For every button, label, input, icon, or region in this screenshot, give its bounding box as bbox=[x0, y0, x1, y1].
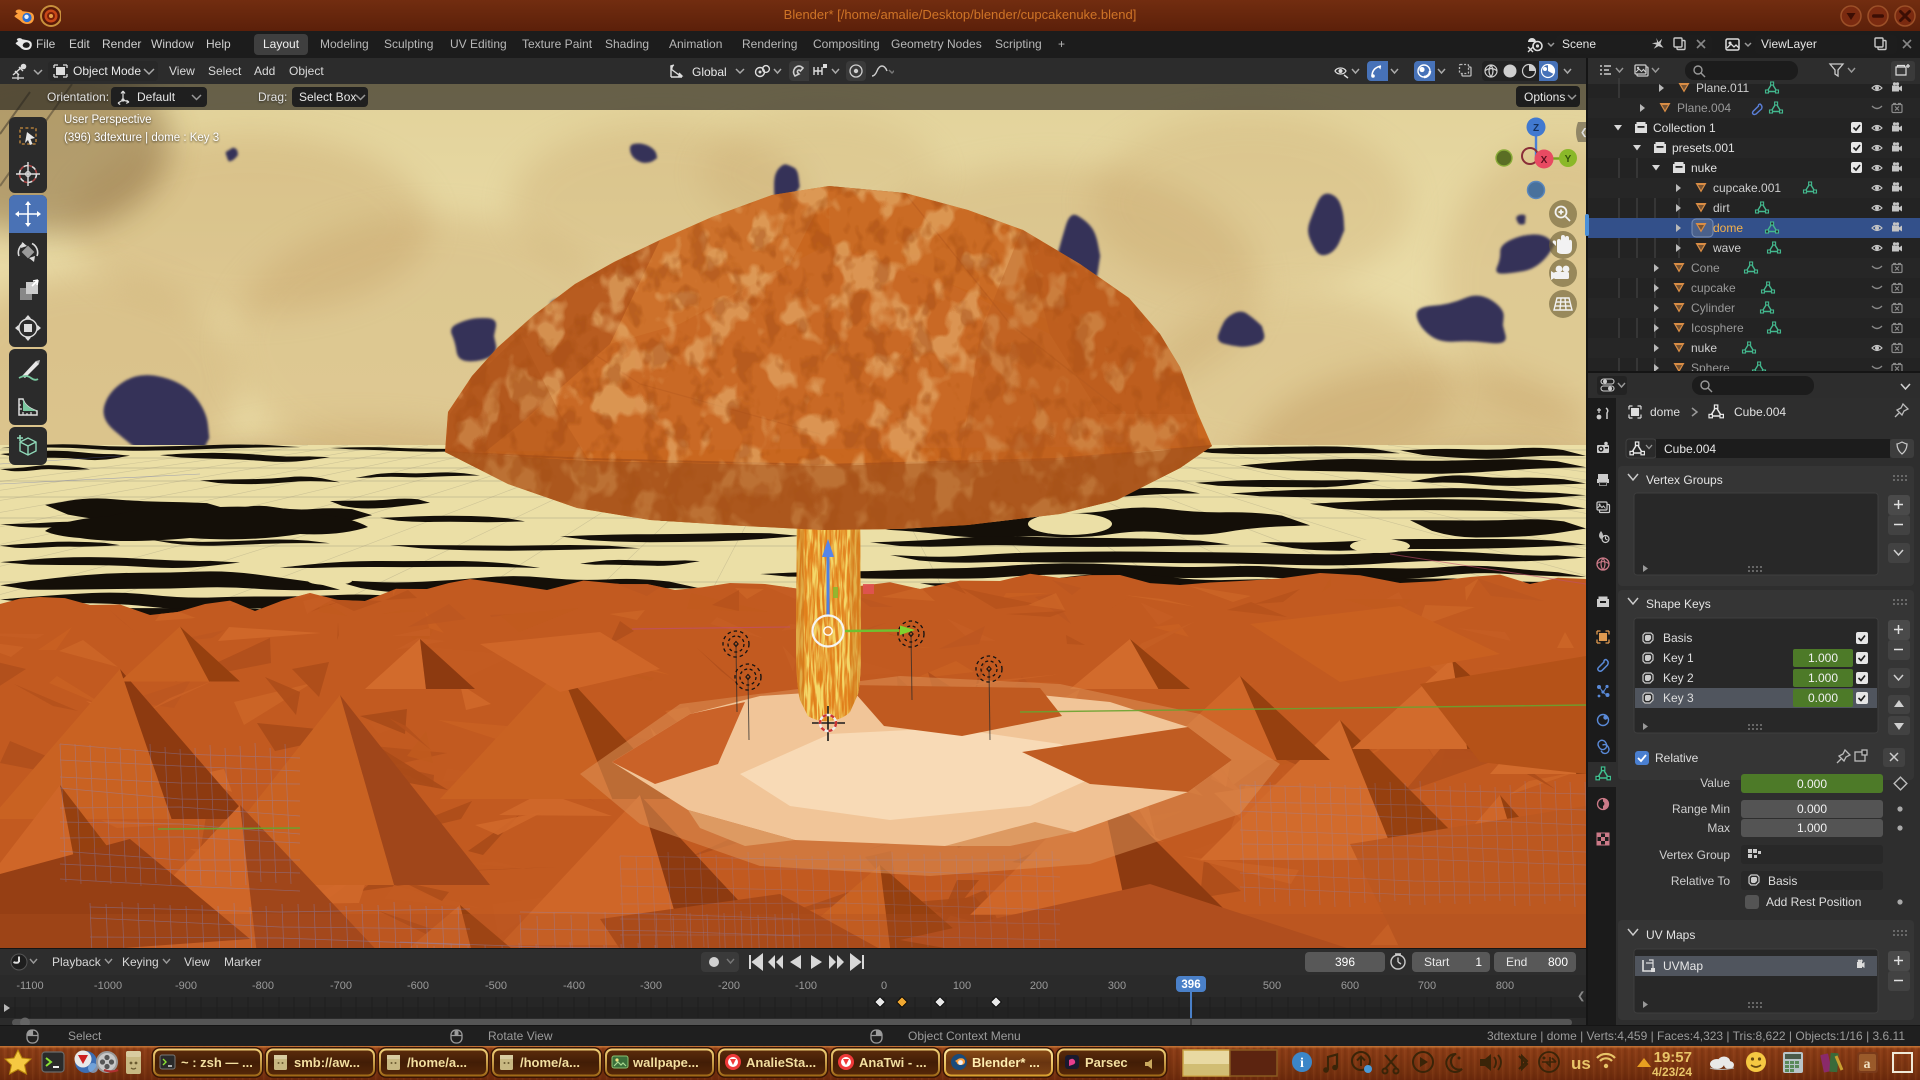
svg-text:Relative To: Relative To bbox=[1671, 874, 1730, 888]
svg-text:1: 1 bbox=[1475, 955, 1482, 969]
svg-text:us: us bbox=[1571, 1054, 1591, 1073]
svg-text:Basis: Basis bbox=[1768, 874, 1797, 888]
svg-text:-900: -900 bbox=[175, 980, 197, 992]
svg-text:Plane.004: Plane.004 bbox=[1677, 101, 1731, 115]
svg-text:AnalieSta...: AnalieSta... bbox=[746, 1055, 816, 1070]
svg-text:Marker: Marker bbox=[224, 955, 261, 969]
svg-text:i: i bbox=[1300, 1056, 1304, 1071]
svg-text:Key 2: Key 2 bbox=[1663, 671, 1694, 685]
svg-text:-800: -800 bbox=[252, 980, 274, 992]
svg-text:Y: Y bbox=[1565, 154, 1572, 165]
svg-text:0.000: 0.000 bbox=[1808, 691, 1838, 705]
svg-text:-1100: -1100 bbox=[16, 980, 43, 992]
svg-text:Parsec: Parsec bbox=[1085, 1055, 1128, 1070]
svg-text:AnaTwi - ...: AnaTwi - ... bbox=[859, 1055, 927, 1070]
svg-text:Add Rest Position: Add Rest Position bbox=[1766, 895, 1861, 909]
svg-text:presets.001: presets.001 bbox=[1672, 141, 1735, 155]
svg-text:~ : zsh — ...: ~ : zsh — ... bbox=[181, 1055, 253, 1070]
svg-text:Shape Keys: Shape Keys bbox=[1646, 597, 1711, 611]
svg-text:Cube.004: Cube.004 bbox=[1734, 405, 1786, 419]
svg-text:100: 100 bbox=[953, 980, 971, 992]
svg-text:End: End bbox=[1506, 955, 1527, 969]
svg-text:Z: Z bbox=[1533, 123, 1539, 134]
svg-text:Vertex Groups: Vertex Groups bbox=[1646, 473, 1723, 487]
svg-text:800: 800 bbox=[1496, 980, 1514, 992]
svg-text:500: 500 bbox=[1263, 980, 1281, 992]
svg-text:Start: Start bbox=[1424, 955, 1450, 969]
svg-text:wave: wave bbox=[1712, 241, 1741, 255]
svg-text:Range Min: Range Min bbox=[1672, 802, 1730, 816]
svg-text:396: 396 bbox=[1181, 979, 1200, 991]
svg-text:200: 200 bbox=[1030, 980, 1048, 992]
svg-text:dirt: dirt bbox=[1713, 201, 1730, 215]
svg-text:/home/a...: /home/a... bbox=[407, 1055, 467, 1070]
svg-text:0: 0 bbox=[881, 980, 887, 992]
svg-text:600: 600 bbox=[1341, 980, 1359, 992]
svg-text:X: X bbox=[1541, 155, 1548, 166]
svg-text:Playback: Playback bbox=[52, 955, 102, 969]
svg-text:Key 3: Key 3 bbox=[1663, 691, 1694, 705]
svg-text:396: 396 bbox=[1335, 955, 1355, 969]
svg-text:Icosphere: Icosphere bbox=[1691, 321, 1744, 335]
svg-text:cupcake: cupcake bbox=[1691, 281, 1736, 295]
svg-text:UVMap: UVMap bbox=[1663, 959, 1703, 973]
svg-text:1.000: 1.000 bbox=[1808, 671, 1838, 685]
svg-text:Plane.011: Plane.011 bbox=[1696, 81, 1749, 95]
svg-text:19:57: 19:57 bbox=[1654, 1049, 1692, 1066]
svg-text:Basis: Basis bbox=[1663, 631, 1692, 645]
svg-text:-500: -500 bbox=[485, 980, 507, 992]
svg-text:1.000: 1.000 bbox=[1797, 821, 1827, 835]
svg-text:-400: -400 bbox=[563, 980, 585, 992]
svg-text:Collection 1: Collection 1 bbox=[1653, 121, 1716, 135]
svg-text:Cone: Cone bbox=[1691, 261, 1720, 275]
svg-text:wallpape...: wallpape... bbox=[632, 1055, 699, 1070]
svg-text:a: a bbox=[1864, 1057, 1871, 1072]
svg-text:Vertex Group: Vertex Group bbox=[1659, 848, 1730, 862]
svg-text:dome: dome bbox=[1650, 405, 1680, 419]
svg-text:-200: -200 bbox=[718, 980, 740, 992]
svg-text:-600: -600 bbox=[407, 980, 429, 992]
svg-text:800: 800 bbox=[1548, 955, 1568, 969]
svg-text:-700: -700 bbox=[330, 980, 352, 992]
svg-text:0.000: 0.000 bbox=[1797, 777, 1827, 791]
svg-text:Value: Value bbox=[1700, 776, 1730, 790]
svg-text:cupcake.001: cupcake.001 bbox=[1713, 181, 1781, 195]
svg-text:smb://aw...: smb://aw... bbox=[294, 1055, 360, 1070]
svg-text:700: 700 bbox=[1418, 980, 1436, 992]
svg-text:4/23/24: 4/23/24 bbox=[1652, 1065, 1692, 1079]
svg-text:Cube.004: Cube.004 bbox=[1664, 442, 1716, 456]
svg-text:1.000: 1.000 bbox=[1808, 651, 1838, 665]
svg-text:Relative: Relative bbox=[1655, 751, 1699, 765]
svg-text:nuke: nuke bbox=[1691, 341, 1717, 355]
svg-text:❮: ❮ bbox=[1577, 991, 1585, 1002]
svg-text:dome: dome bbox=[1713, 221, 1743, 235]
svg-text:Max: Max bbox=[1707, 821, 1730, 835]
svg-text:View: View bbox=[184, 955, 210, 969]
svg-text:Cylinder: Cylinder bbox=[1691, 301, 1735, 315]
svg-text:-300: -300 bbox=[640, 980, 662, 992]
svg-text:Keying: Keying bbox=[122, 955, 159, 969]
svg-text:Key 1: Key 1 bbox=[1663, 651, 1694, 665]
svg-text:Blender* ...: Blender* ... bbox=[972, 1055, 1040, 1070]
svg-text:/home/a...: /home/a... bbox=[520, 1055, 580, 1070]
svg-text:300: 300 bbox=[1108, 980, 1126, 992]
svg-text:0.000: 0.000 bbox=[1797, 802, 1827, 816]
svg-text:UV Maps: UV Maps bbox=[1646, 928, 1695, 942]
svg-text:-1000: -1000 bbox=[94, 980, 122, 992]
svg-text:nuke: nuke bbox=[1691, 161, 1717, 175]
svg-text:-100: -100 bbox=[795, 980, 817, 992]
svg-text:Global: Global bbox=[692, 65, 727, 79]
